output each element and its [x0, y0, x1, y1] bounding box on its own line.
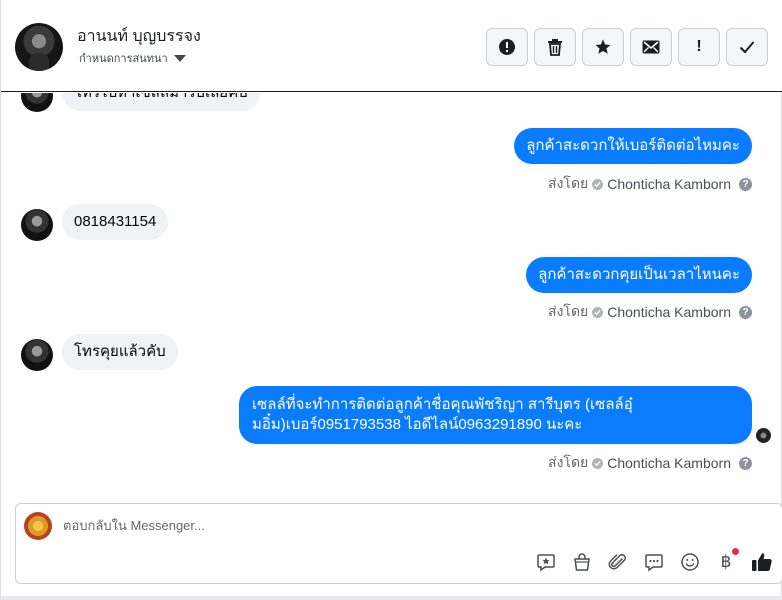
smiley-icon: [681, 553, 699, 571]
outgoing-message[interactable]: เซลล์ที่จะทำการติดต่อลูกค้าชื่อคุณพัชริญ…: [239, 386, 752, 444]
saved-reply-icon: [537, 554, 555, 572]
conversation-toolbar: !: [486, 28, 768, 66]
verified-check-icon: [592, 306, 604, 318]
conversation-header: อานนท์ บุญบรรจง กำหนดการสนทนา !: [1, 0, 782, 92]
bottom-edge: [1, 596, 782, 600]
attach-file-button[interactable]: [606, 550, 630, 574]
shopping-bag-icon: [574, 553, 590, 571]
thumbs-up-icon: [752, 553, 772, 571]
conversation-panel: อานนท์ บุญบรรจง กำหนดการสนทนา ! ลูกค้าสะ…: [0, 0, 782, 600]
sent-by-line: ส่งโดย Chonticha Kamborn ?: [548, 452, 752, 474]
speech-bubble-icon: [645, 554, 663, 572]
conversation-status-label: กำหนดการสนทนา: [79, 53, 168, 65]
incoming-message[interactable]: 0818431154: [62, 204, 169, 240]
baht-payment-icon: ฿: [720, 552, 732, 571]
incoming-message[interactable]: โทรไปหาเซลล์มารับเลยคับ: [62, 93, 260, 111]
sent-by-line: ส่งโดย Chonticha Kamborn ?: [548, 301, 752, 323]
agent-name[interactable]: Chonticha Kamborn: [607, 455, 731, 471]
caret-down-icon: [173, 54, 186, 62]
contact-message-avatar: [21, 93, 53, 112]
help-icon[interactable]: ?: [739, 305, 752, 319]
alert-circle-icon: [499, 39, 515, 55]
star-icon: [595, 39, 611, 54]
payment-button[interactable]: ฿: [714, 548, 739, 574]
paperclip-icon: [608, 554, 626, 570]
contact-avatar[interactable]: [15, 23, 63, 71]
verified-check-icon: [592, 457, 604, 469]
star-button[interactable]: [582, 28, 624, 66]
reply-input[interactable]: [63, 518, 663, 533]
follow-up-button[interactable]: !: [678, 28, 720, 66]
outgoing-message[interactable]: ลูกค้าสะดวกให้เบอร์ติดต่อไหมคะ: [514, 128, 752, 164]
reply-composer: ฿: [15, 503, 782, 584]
exclamation-icon: !: [696, 38, 702, 55]
delete-button[interactable]: [534, 28, 576, 66]
trash-icon: [548, 39, 562, 56]
quick-reply-button[interactable]: [642, 550, 666, 574]
saved-reply-button[interactable]: [534, 550, 558, 574]
send-like-button[interactable]: [750, 550, 774, 574]
contact-name[interactable]: อานนท์ บุญบรรจง: [77, 24, 201, 49]
sent-by-label: ส่งโดย: [548, 303, 589, 319]
emoji-button[interactable]: [678, 550, 702, 574]
shop-button[interactable]: [570, 550, 594, 574]
seen-receipt-avatar: [756, 428, 771, 443]
mark-done-button[interactable]: [726, 28, 768, 66]
contact-message-avatar: [21, 209, 53, 241]
mark-spam-button[interactable]: [486, 28, 528, 66]
agent-name[interactable]: Chonticha Kamborn: [607, 176, 731, 192]
notification-dot: [732, 548, 739, 555]
sent-by-line: ส่งโดย Chonticha Kamborn ?: [548, 173, 752, 195]
composer-toolbar: ฿: [534, 548, 774, 574]
agent-name[interactable]: Chonticha Kamborn: [607, 304, 731, 320]
incoming-message[interactable]: โทรคุยแล้วคับ: [62, 334, 178, 370]
verified-check-icon: [592, 178, 604, 190]
help-icon[interactable]: ?: [739, 177, 752, 191]
message-thread[interactable]: โทรไปหาเซลล์มารับเลยคับ ลูกค้าสะดวกให้เบ…: [1, 93, 782, 500]
conversation-status-dropdown[interactable]: กำหนดการสนทนา: [79, 49, 186, 67]
contact-message-avatar: [21, 339, 53, 371]
page-avatar: [24, 512, 52, 540]
checkmark-icon: [739, 41, 755, 54]
help-icon[interactable]: ?: [739, 456, 752, 470]
outgoing-message[interactable]: ลูกค้าสะดวกคุยเป็นเวลาไหนคะ: [526, 257, 752, 293]
envelope-icon: [642, 40, 660, 54]
sent-by-label: ส่งโดย: [548, 175, 589, 191]
mark-unread-button[interactable]: [630, 28, 672, 66]
sent-by-label: ส่งโดย: [548, 454, 589, 470]
